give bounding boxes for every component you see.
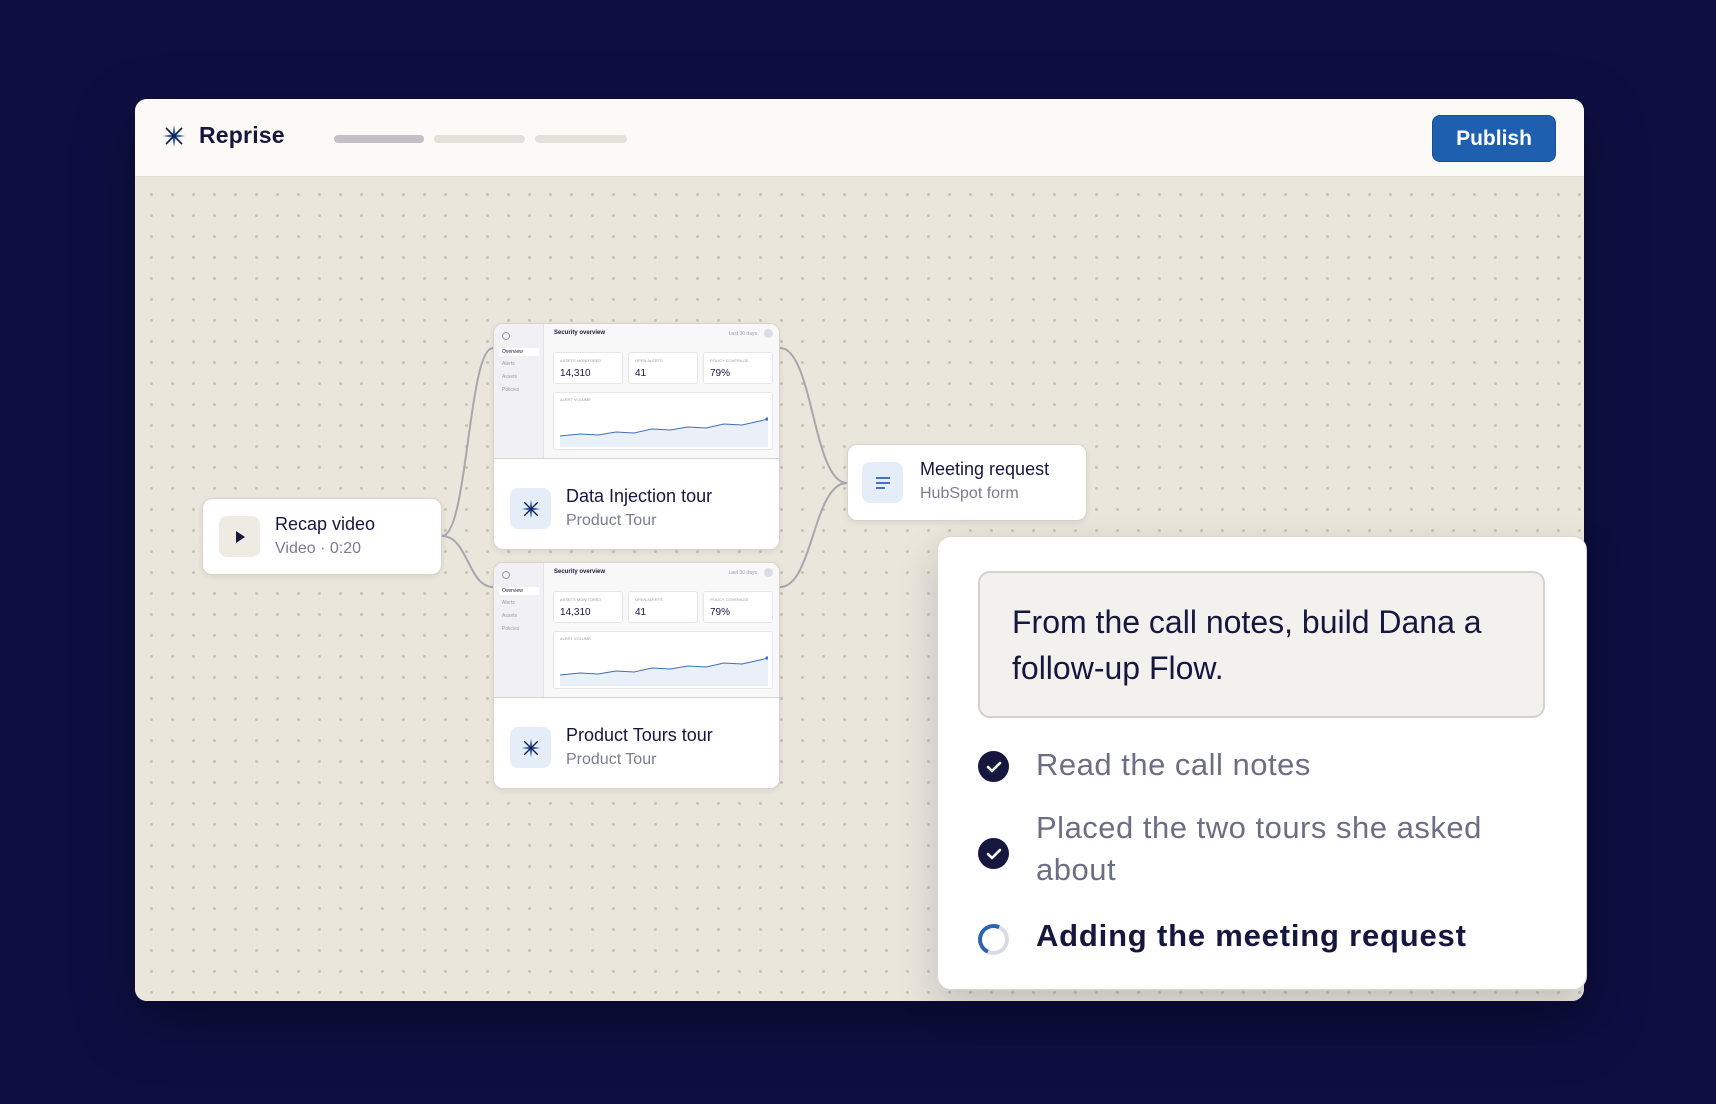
thumb-nav-item: Overview <box>499 348 539 356</box>
assistant-panel: From the call notes, build Dana a follow… <box>937 536 1587 990</box>
thumb-metric-card: OPEN ALERTS 41 <box>628 591 698 623</box>
thumb-avatar <box>764 568 773 577</box>
tour-icon <box>510 488 551 529</box>
node-title: Recap video <box>275 514 376 534</box>
publish-button[interactable]: Publish <box>1432 115 1556 162</box>
progress-indicator <box>334 135 627 143</box>
node-subtitle: Product Tour <box>566 512 657 529</box>
checkmark-icon <box>978 838 1009 869</box>
metric-label: POLICY COVERAGE <box>710 597 749 602</box>
thumb-nav-item: Policies <box>502 626 520 632</box>
metric-value: 79% <box>710 607 731 618</box>
progress-segment <box>535 135 627 143</box>
progress-segment <box>334 135 424 143</box>
connector-line <box>441 347 494 537</box>
metric-value: 14,310 <box>560 368 591 379</box>
thumb-metric-card: ASSETS MONITORED 14,310 <box>553 352 623 384</box>
node-title: Product Tours tour <box>566 725 713 745</box>
metric-value: 14,310 <box>560 607 591 618</box>
thumb-nav-item: Policies <box>502 387 520 393</box>
product-tours-tour-node[interactable]: Overview Alerts Assets Policies Security… <box>493 562 780 789</box>
top-bar: Reprise Publish <box>135 99 1584 177</box>
metric-label: POLICY COVERAGE <box>710 358 749 363</box>
thumb-chart-line <box>560 417 768 447</box>
thumb-avatar <box>764 329 773 338</box>
step-text: Read the call notes <box>1036 747 1311 782</box>
node-title: Meeting request <box>920 459 1050 479</box>
node-title: Data Injection tour <box>566 486 713 506</box>
thumb-nav-item: Assets <box>502 374 518 380</box>
metric-label: ASSETS MONITORED <box>560 597 602 602</box>
connector-line <box>779 482 848 588</box>
thumb-metric-card: POLICY COVERAGE 79% <box>703 352 773 384</box>
connector-line <box>441 535 494 588</box>
step-text: Adding the meeting request <box>1036 918 1467 953</box>
metric-value: 79% <box>710 368 731 379</box>
step-text: Placed the two tours she asked about <box>1036 810 1482 887</box>
app-name: Reprise <box>199 122 285 148</box>
thumb-range: Last 30 days <box>728 570 757 576</box>
tour-icon <box>510 727 551 768</box>
data-injection-tour-node[interactable]: Overview Alerts Assets Policies Security… <box>493 323 780 550</box>
metric-label: OPEN ALERTS <box>635 358 663 363</box>
connector-line <box>779 347 848 484</box>
thumb-range: Last 30 days <box>728 331 757 337</box>
node-subtitle: Video · 0:20 <box>275 540 361 557</box>
tour-thumbnail: Overview Alerts Assets Policies Security… <box>494 563 779 698</box>
logo: Reprise <box>161 122 285 149</box>
metric-label: OPEN ALERTS <box>635 597 663 602</box>
chart-label: ALERT VOLUME <box>560 397 591 402</box>
thumb-metric-card: OPEN ALERTS 41 <box>628 352 698 384</box>
reprise-logo-icon <box>163 124 185 147</box>
progress-segment <box>434 135 525 143</box>
thumb-nav-item: Alerts <box>502 600 515 606</box>
node-subtitle: HubSpot form <box>920 485 1019 502</box>
metric-value: 41 <box>635 607 647 618</box>
thumb-nav-item: Overview <box>499 587 539 595</box>
recap-video-node[interactable]: Recap video Video · 0:20 <box>202 498 442 575</box>
node-subtitle: Product Tour <box>566 751 657 768</box>
thumb-metric-card: POLICY COVERAGE 79% <box>703 591 773 623</box>
thumb-chart: ALERT VOLUME <box>553 631 773 689</box>
metric-value: 41 <box>635 368 647 379</box>
play-icon <box>219 516 260 557</box>
thumb-title: Security overview <box>554 330 606 336</box>
thumb-title: Security overview <box>554 569 606 575</box>
chart-label: ALERT VOLUME <box>560 636 591 641</box>
thumb-chart: ALERT VOLUME <box>553 392 773 450</box>
thumb-nav-item: Assets <box>502 613 518 619</box>
meeting-request-node[interactable]: Meeting request HubSpot form <box>847 444 1087 521</box>
metric-label: ASSETS MONITORED <box>560 358 602 363</box>
thumb-metric-card: ASSETS MONITORED 14,310 <box>553 591 623 623</box>
thumb-chart-line <box>560 656 768 686</box>
tour-thumbnail: Overview Alerts Assets Policies Security… <box>494 324 779 459</box>
assistant-prompt: From the call notes, build Dana a follow… <box>978 571 1545 718</box>
loading-spinner-icon <box>973 919 1014 960</box>
checkmark-icon <box>978 751 1009 782</box>
thumb-nav-item: Alerts <box>502 361 515 367</box>
form-icon <box>862 462 903 503</box>
